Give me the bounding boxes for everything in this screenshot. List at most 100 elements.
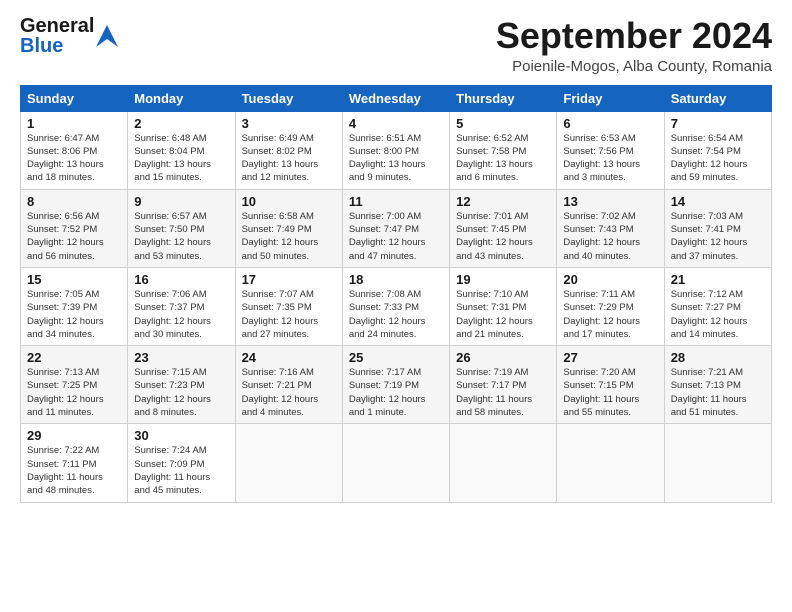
calendar-cell: 11Sunrise: 7:00 AM Sunset: 7:47 PM Dayli… xyxy=(342,189,449,267)
day-info: Sunrise: 6:54 AM Sunset: 7:54 PM Dayligh… xyxy=(671,132,765,185)
weekday-header: Tuesday xyxy=(235,85,342,111)
calendar-cell: 9Sunrise: 6:57 AM Sunset: 7:50 PM Daylig… xyxy=(128,189,235,267)
weekday-header: Saturday xyxy=(664,85,771,111)
day-info: Sunrise: 6:58 AM Sunset: 7:49 PM Dayligh… xyxy=(242,210,336,263)
day-info: Sunrise: 7:06 AM Sunset: 7:37 PM Dayligh… xyxy=(134,288,228,341)
calendar-cell: 13Sunrise: 7:02 AM Sunset: 7:43 PM Dayli… xyxy=(557,189,664,267)
day-number: 18 xyxy=(349,272,443,287)
title-section: September 2024 Poienile-Mogos, Alba Coun… xyxy=(496,16,772,75)
calendar-cell: 7Sunrise: 6:54 AM Sunset: 7:54 PM Daylig… xyxy=(664,111,771,189)
weekday-header: Thursday xyxy=(450,85,557,111)
day-number: 28 xyxy=(671,350,765,365)
calendar-cell: 6Sunrise: 6:53 AM Sunset: 7:56 PM Daylig… xyxy=(557,111,664,189)
logo-line1: General xyxy=(20,16,94,36)
day-number: 9 xyxy=(134,194,228,209)
calendar-cell: 19Sunrise: 7:10 AM Sunset: 7:31 PM Dayli… xyxy=(450,267,557,345)
calendar-cell: 12Sunrise: 7:01 AM Sunset: 7:45 PM Dayli… xyxy=(450,189,557,267)
day-number: 8 xyxy=(27,194,121,209)
calendar-cell: 4Sunrise: 6:51 AM Sunset: 8:00 PM Daylig… xyxy=(342,111,449,189)
day-info: Sunrise: 7:16 AM Sunset: 7:21 PM Dayligh… xyxy=(242,366,336,419)
calendar-cell: 3Sunrise: 6:49 AM Sunset: 8:02 PM Daylig… xyxy=(235,111,342,189)
day-info: Sunrise: 6:49 AM Sunset: 8:02 PM Dayligh… xyxy=(242,132,336,185)
day-info: Sunrise: 6:51 AM Sunset: 8:00 PM Dayligh… xyxy=(349,132,443,185)
calendar-cell: 21Sunrise: 7:12 AM Sunset: 7:27 PM Dayli… xyxy=(664,267,771,345)
day-number: 22 xyxy=(27,350,121,365)
calendar-cell: 22Sunrise: 7:13 AM Sunset: 7:25 PM Dayli… xyxy=(21,346,128,424)
month-title: September 2024 xyxy=(496,16,772,56)
day-number: 26 xyxy=(456,350,550,365)
day-info: Sunrise: 7:21 AM Sunset: 7:13 PM Dayligh… xyxy=(671,366,765,419)
calendar-week-row: 15Sunrise: 7:05 AM Sunset: 7:39 PM Dayli… xyxy=(21,267,772,345)
location-title: Poienile-Mogos, Alba County, Romania xyxy=(496,58,772,75)
calendar-cell: 20Sunrise: 7:11 AM Sunset: 7:29 PM Dayli… xyxy=(557,267,664,345)
calendar-cell xyxy=(664,424,771,502)
day-number: 17 xyxy=(242,272,336,287)
calendar-cell: 5Sunrise: 6:52 AM Sunset: 7:58 PM Daylig… xyxy=(450,111,557,189)
day-info: Sunrise: 7:11 AM Sunset: 7:29 PM Dayligh… xyxy=(563,288,657,341)
logo: General Blue xyxy=(20,16,118,56)
weekday-header: Sunday xyxy=(21,85,128,111)
day-info: Sunrise: 6:57 AM Sunset: 7:50 PM Dayligh… xyxy=(134,210,228,263)
day-number: 16 xyxy=(134,272,228,287)
day-number: 21 xyxy=(671,272,765,287)
calendar-week-row: 8Sunrise: 6:56 AM Sunset: 7:52 PM Daylig… xyxy=(21,189,772,267)
calendar-cell: 25Sunrise: 7:17 AM Sunset: 7:19 PM Dayli… xyxy=(342,346,449,424)
calendar-cell: 24Sunrise: 7:16 AM Sunset: 7:21 PM Dayli… xyxy=(235,346,342,424)
day-number: 13 xyxy=(563,194,657,209)
weekday-header: Friday xyxy=(557,85,664,111)
day-number: 30 xyxy=(134,428,228,443)
day-info: Sunrise: 7:07 AM Sunset: 7:35 PM Dayligh… xyxy=(242,288,336,341)
day-info: Sunrise: 7:03 AM Sunset: 7:41 PM Dayligh… xyxy=(671,210,765,263)
weekday-header: Wednesday xyxy=(342,85,449,111)
calendar-cell: 1Sunrise: 6:47 AM Sunset: 8:06 PM Daylig… xyxy=(21,111,128,189)
calendar-table: SundayMondayTuesdayWednesdayThursdayFrid… xyxy=(20,85,772,503)
day-info: Sunrise: 7:10 AM Sunset: 7:31 PM Dayligh… xyxy=(456,288,550,341)
day-number: 7 xyxy=(671,116,765,131)
calendar-week-row: 29Sunrise: 7:22 AM Sunset: 7:11 PM Dayli… xyxy=(21,424,772,502)
calendar-week-row: 22Sunrise: 7:13 AM Sunset: 7:25 PM Dayli… xyxy=(21,346,772,424)
logo-line2: Blue xyxy=(20,36,94,56)
day-number: 19 xyxy=(456,272,550,287)
day-number: 23 xyxy=(134,350,228,365)
calendar-cell xyxy=(557,424,664,502)
calendar-cell: 15Sunrise: 7:05 AM Sunset: 7:39 PM Dayli… xyxy=(21,267,128,345)
day-number: 4 xyxy=(349,116,443,131)
day-number: 2 xyxy=(134,116,228,131)
day-number: 6 xyxy=(563,116,657,131)
page-container: General Blue September 2024 Poienile-Mog… xyxy=(0,0,792,513)
day-info: Sunrise: 7:15 AM Sunset: 7:23 PM Dayligh… xyxy=(134,366,228,419)
day-number: 15 xyxy=(27,272,121,287)
day-info: Sunrise: 7:00 AM Sunset: 7:47 PM Dayligh… xyxy=(349,210,443,263)
day-info: Sunrise: 7:22 AM Sunset: 7:11 PM Dayligh… xyxy=(27,444,121,497)
day-info: Sunrise: 7:13 AM Sunset: 7:25 PM Dayligh… xyxy=(27,366,121,419)
day-number: 27 xyxy=(563,350,657,365)
day-info: Sunrise: 7:01 AM Sunset: 7:45 PM Dayligh… xyxy=(456,210,550,263)
day-info: Sunrise: 7:12 AM Sunset: 7:27 PM Dayligh… xyxy=(671,288,765,341)
calendar-cell: 29Sunrise: 7:22 AM Sunset: 7:11 PM Dayli… xyxy=(21,424,128,502)
day-number: 10 xyxy=(242,194,336,209)
calendar-cell xyxy=(235,424,342,502)
calendar-week-row: 1Sunrise: 6:47 AM Sunset: 8:06 PM Daylig… xyxy=(21,111,772,189)
day-info: Sunrise: 7:24 AM Sunset: 7:09 PM Dayligh… xyxy=(134,444,228,497)
day-info: Sunrise: 6:53 AM Sunset: 7:56 PM Dayligh… xyxy=(563,132,657,185)
calendar-cell xyxy=(450,424,557,502)
day-info: Sunrise: 7:17 AM Sunset: 7:19 PM Dayligh… xyxy=(349,366,443,419)
day-info: Sunrise: 6:47 AM Sunset: 8:06 PM Dayligh… xyxy=(27,132,121,185)
day-info: Sunrise: 6:48 AM Sunset: 8:04 PM Dayligh… xyxy=(134,132,228,185)
day-number: 5 xyxy=(456,116,550,131)
calendar-cell: 28Sunrise: 7:21 AM Sunset: 7:13 PM Dayli… xyxy=(664,346,771,424)
day-number: 20 xyxy=(563,272,657,287)
day-info: Sunrise: 7:05 AM Sunset: 7:39 PM Dayligh… xyxy=(27,288,121,341)
day-info: Sunrise: 7:20 AM Sunset: 7:15 PM Dayligh… xyxy=(563,366,657,419)
day-number: 25 xyxy=(349,350,443,365)
day-info: Sunrise: 7:08 AM Sunset: 7:33 PM Dayligh… xyxy=(349,288,443,341)
day-number: 14 xyxy=(671,194,765,209)
logo-icon xyxy=(96,25,118,47)
day-number: 24 xyxy=(242,350,336,365)
day-number: 29 xyxy=(27,428,121,443)
calendar-cell: 26Sunrise: 7:19 AM Sunset: 7:17 PM Dayli… xyxy=(450,346,557,424)
calendar-cell: 27Sunrise: 7:20 AM Sunset: 7:15 PM Dayli… xyxy=(557,346,664,424)
calendar-cell: 17Sunrise: 7:07 AM Sunset: 7:35 PM Dayli… xyxy=(235,267,342,345)
calendar-cell: 14Sunrise: 7:03 AM Sunset: 7:41 PM Dayli… xyxy=(664,189,771,267)
calendar-cell: 10Sunrise: 6:58 AM Sunset: 7:49 PM Dayli… xyxy=(235,189,342,267)
